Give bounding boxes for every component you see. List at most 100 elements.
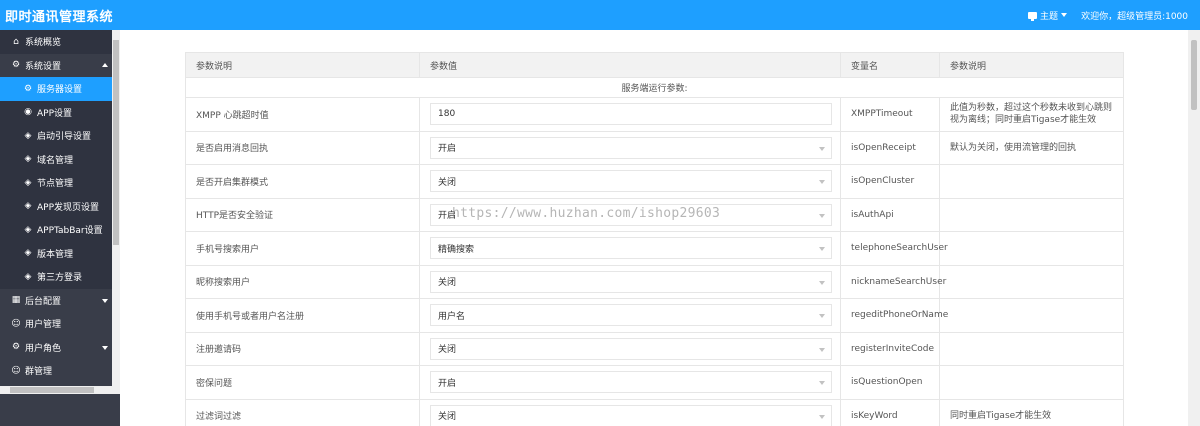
sidebar: ⌂ 系统概览 ⚙ 系统设置 ⚙ 服务器设置 ◉ APP设置 ◈ 启动引导设置 ◈… <box>0 30 120 426</box>
sidebar-item-user-roles[interactable]: ⚙ 用户角色 <box>0 335 112 359</box>
section-title: 服务端运行参数: <box>185 77 1124 98</box>
param-label: 昵称搜索用户 <box>185 264 420 299</box>
layers-icon: ◈ <box>24 177 32 188</box>
sidebar-item-version[interactable]: ◈ 版本管理 <box>0 241 112 265</box>
chevron-down-icon <box>1061 13 1068 17</box>
sidebar-item-users[interactable]: ☺ 用户管理 <box>0 312 112 336</box>
param-label: 手机号搜索用户 <box>185 231 420 266</box>
param-note <box>939 298 1124 333</box>
col-header-description: 参数说明 <box>185 52 420 78</box>
param-var: telephoneSearchUser <box>840 231 948 266</box>
sidebar-item-backend-config[interactable]: ▦ 后台配置 <box>0 288 112 312</box>
param-label: 过滤词过滤 <box>185 398 420 426</box>
param-var: nicknameSearchUser <box>840 264 946 299</box>
globe-icon: ◉ <box>24 107 32 118</box>
theme-label: 主题 <box>1040 11 1059 22</box>
sidebar-horizontal-scrollbar[interactable] <box>0 386 120 394</box>
layers-icon: ◈ <box>24 271 32 282</box>
table-row: 使用手机号或者用户名注册 用户名 regeditPhoneOrName <box>185 298 1124 333</box>
monitor-icon <box>1028 11 1038 21</box>
sidebar-hscroll-thumb[interactable] <box>10 387 94 393</box>
col-header-value: 参数值 <box>419 52 841 78</box>
register-type-select[interactable]: 用户名 <box>430 304 832 327</box>
invite-code-select[interactable]: 关闭 <box>430 337 832 360</box>
table-row: HTTP是否安全验证 开启 isAuthApi <box>185 197 1124 232</box>
param-note <box>939 331 1124 366</box>
welcome-text[interactable]: 欢迎你，超级管理员:1000 <box>1081 9 1188 22</box>
gear-icon: ⚙ <box>11 60 21 71</box>
layers-icon: ◈ <box>24 130 32 141</box>
theme-button[interactable]: 主题 <box>1028 9 1068 22</box>
param-note <box>939 231 1124 266</box>
param-label: XMPP 心跳超时值 <box>185 97 420 132</box>
param-var: isKeyWord <box>840 398 940 426</box>
table-row: 过滤词过滤 关闭 isKeyWord 同时重启Tigase才能生效 <box>185 398 1124 426</box>
header-right: 主题 欢迎你，超级管理员:1000 <box>1028 0 1188 30</box>
sidebar-scroll-thumb[interactable] <box>113 40 119 245</box>
param-note <box>939 365 1124 400</box>
main-content: 参数说明 参数值 变量名 参数说明 服务端运行参数: XMPP 心跳超时值 18… <box>120 30 1188 426</box>
home-icon: ⌂ <box>13 36 19 47</box>
param-note <box>939 164 1124 199</box>
sidebar-item-third-party-login[interactable]: ◈ 第三方登录 <box>0 265 112 289</box>
param-var: isOpenReceipt <box>840 130 940 165</box>
table-row: 昵称搜索用户 关闭 nicknameSearchUser <box>185 264 1124 299</box>
table-row: 手机号搜索用户 精确搜索 telephoneSearchUser <box>185 231 1124 266</box>
sidebar-item-system-settings[interactable]: ⚙ 系统设置 <box>0 53 112 77</box>
app-title: 即时通讯管理系统 <box>5 9 114 25</box>
main-vertical-scrollbar[interactable] <box>1188 30 1200 426</box>
sidebar-vertical-scrollbar[interactable] <box>112 30 120 394</box>
param-var: XMPPTimeout <box>840 97 940 132</box>
col-header-note: 参数说明 <box>939 52 1124 78</box>
table-row: 密保问题 开启 isQuestionOpen <box>185 365 1124 400</box>
param-label: HTTP是否安全验证 <box>185 197 420 232</box>
sidebar-item-domain[interactable]: ◈ 域名管理 <box>0 147 112 171</box>
sidebar-item-groups[interactable]: ☺ 群管理 <box>0 359 112 383</box>
param-var: isQuestionOpen <box>840 365 940 400</box>
chevron-down-icon <box>102 298 108 303</box>
table-header-row: 参数说明 参数值 变量名 参数说明 <box>185 52 1124 78</box>
user-icon: ☺ <box>11 318 21 329</box>
table-row: 注册邀请码 关闭 registerInviteCode <box>185 331 1124 366</box>
sidebar-item-app-settings[interactable]: ◉ APP设置 <box>0 100 112 124</box>
param-var: regeditPhoneOrName <box>840 298 948 333</box>
calendar-icon: ▦ <box>11 295 21 306</box>
server-params-table: 参数说明 参数值 变量名 参数说明 服务端运行参数: XMPP 心跳超时值 18… <box>185 52 1124 426</box>
sidebar-item-nodes[interactable]: ◈ 节点管理 <box>0 171 112 195</box>
sidebar-item-tabbar[interactable]: ◈ APPTabBar设置 <box>0 218 112 242</box>
sidebar-item-discover[interactable]: ◈ APP发现页设置 <box>0 194 112 218</box>
telephone-search-select[interactable]: 精确搜索 <box>430 237 832 260</box>
param-note: 默认为关闭，使用流管理的回执 <box>939 130 1124 165</box>
security-question-select[interactable]: 开启 <box>430 371 832 394</box>
nickname-search-select[interactable]: 关闭 <box>430 270 832 293</box>
param-note: 同时重启Tigase才能生效 <box>939 398 1124 426</box>
group-icon: ☺ <box>11 365 21 376</box>
table-row: XMPP 心跳超时值 180 XMPPTimeout 此值为秒数，超过这个秒数未… <box>185 97 1124 132</box>
chevron-up-icon <box>102 62 108 67</box>
param-var: registerInviteCode <box>840 331 940 366</box>
chevron-down-icon <box>102 345 108 350</box>
param-label: 是否启用消息回执 <box>185 130 420 165</box>
param-note <box>939 264 1124 299</box>
layers-icon: ◈ <box>24 201 32 212</box>
section-row: 服务端运行参数: <box>185 77 1124 98</box>
param-label: 注册邀请码 <box>185 331 420 366</box>
sidebar-item-startup-guide[interactable]: ◈ 启动引导设置 <box>0 124 112 148</box>
sidebar-item-overview[interactable]: ⌂ 系统概览 <box>0 30 112 54</box>
sidebar-menu: ⌂ 系统概览 ⚙ 系统设置 ⚙ 服务器设置 ◉ APP设置 ◈ 启动引导设置 ◈… <box>0 30 112 383</box>
gear-icon: ⚙ <box>11 342 21 353</box>
keyword-filter-select[interactable]: 关闭 <box>430 404 832 426</box>
sidebar-footer <box>0 394 120 426</box>
main-scroll-thumb[interactable] <box>1191 40 1197 110</box>
open-cluster-select[interactable]: 关闭 <box>430 170 832 193</box>
auth-api-select[interactable]: 开启 <box>430 203 832 226</box>
col-header-variable: 变量名 <box>840 52 940 78</box>
param-label: 是否开启集群模式 <box>185 164 420 199</box>
xmpp-timeout-input[interactable]: 180 <box>430 103 832 126</box>
param-var: isAuthApi <box>840 197 940 232</box>
sidebar-item-server-settings[interactable]: ⚙ 服务器设置 <box>0 77 112 101</box>
param-note: 此值为秒数，超过这个秒数未收到心跳则视为离线；同时重启Tigase才能生效 <box>939 97 1124 132</box>
open-receipt-select[interactable]: 开启 <box>430 136 832 159</box>
layers-icon: ◈ <box>24 154 32 165</box>
layers-icon: ◈ <box>24 224 32 235</box>
